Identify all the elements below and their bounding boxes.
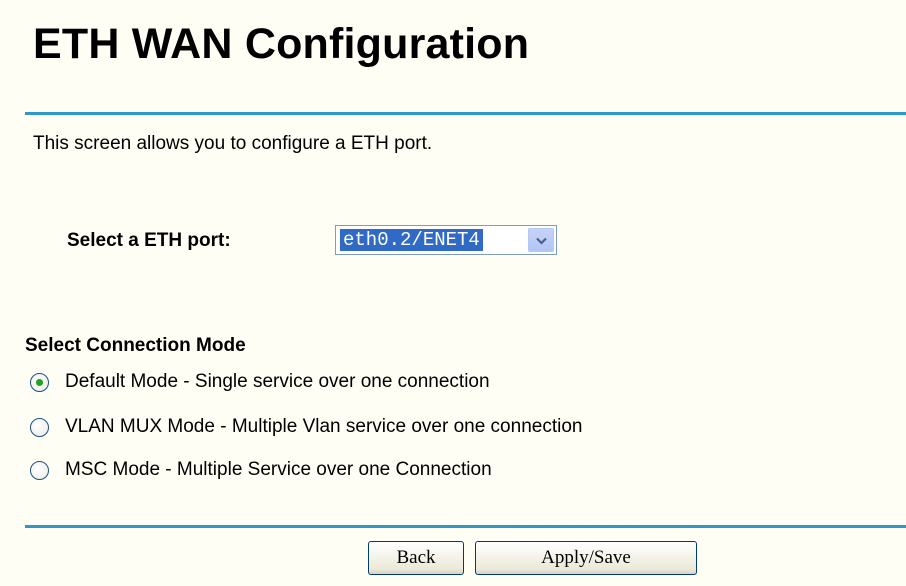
apply-save-button[interactable]: Apply/Save (475, 541, 697, 575)
back-button[interactable]: Back (368, 541, 464, 575)
eth-port-select[interactable]: eth0.2/ENET4 (335, 225, 557, 255)
eth-port-label: Select a ETH port: (67, 230, 231, 251)
connection-mode-heading: Select Connection Mode (25, 335, 246, 356)
radio-button-default[interactable] (30, 372, 49, 392)
page-title: ETH WAN Configuration (33, 20, 530, 68)
dropdown-button[interactable] (528, 228, 554, 252)
connection-mode-option-msc[interactable]: MSC Mode - Multiple Service over one Con… (30, 457, 492, 483)
radio-button-msc[interactable] (30, 460, 49, 480)
radio-label-msc: MSC Mode - Multiple Service over one Con… (65, 459, 492, 480)
page-description: This screen allows you to configure a ET… (33, 133, 433, 154)
top-divider (25, 112, 906, 115)
radio-label-vlan-mux: VLAN MUX Mode - Multiple Vlan service ov… (65, 416, 583, 437)
eth-port-selected-value: eth0.2/ENET4 (340, 229, 483, 251)
radio-selected-dot (36, 378, 43, 386)
radio-label-default: Default Mode - Single service over one c… (65, 371, 490, 392)
connection-mode-option-vlan-mux[interactable]: VLAN MUX Mode - Multiple Vlan service ov… (30, 414, 582, 440)
radio-button-vlan-mux[interactable] (30, 417, 49, 437)
connection-mode-option-default[interactable]: Default Mode - Single service over one c… (30, 369, 490, 395)
bottom-divider (25, 525, 906, 528)
chevron-down-icon (536, 237, 547, 245)
